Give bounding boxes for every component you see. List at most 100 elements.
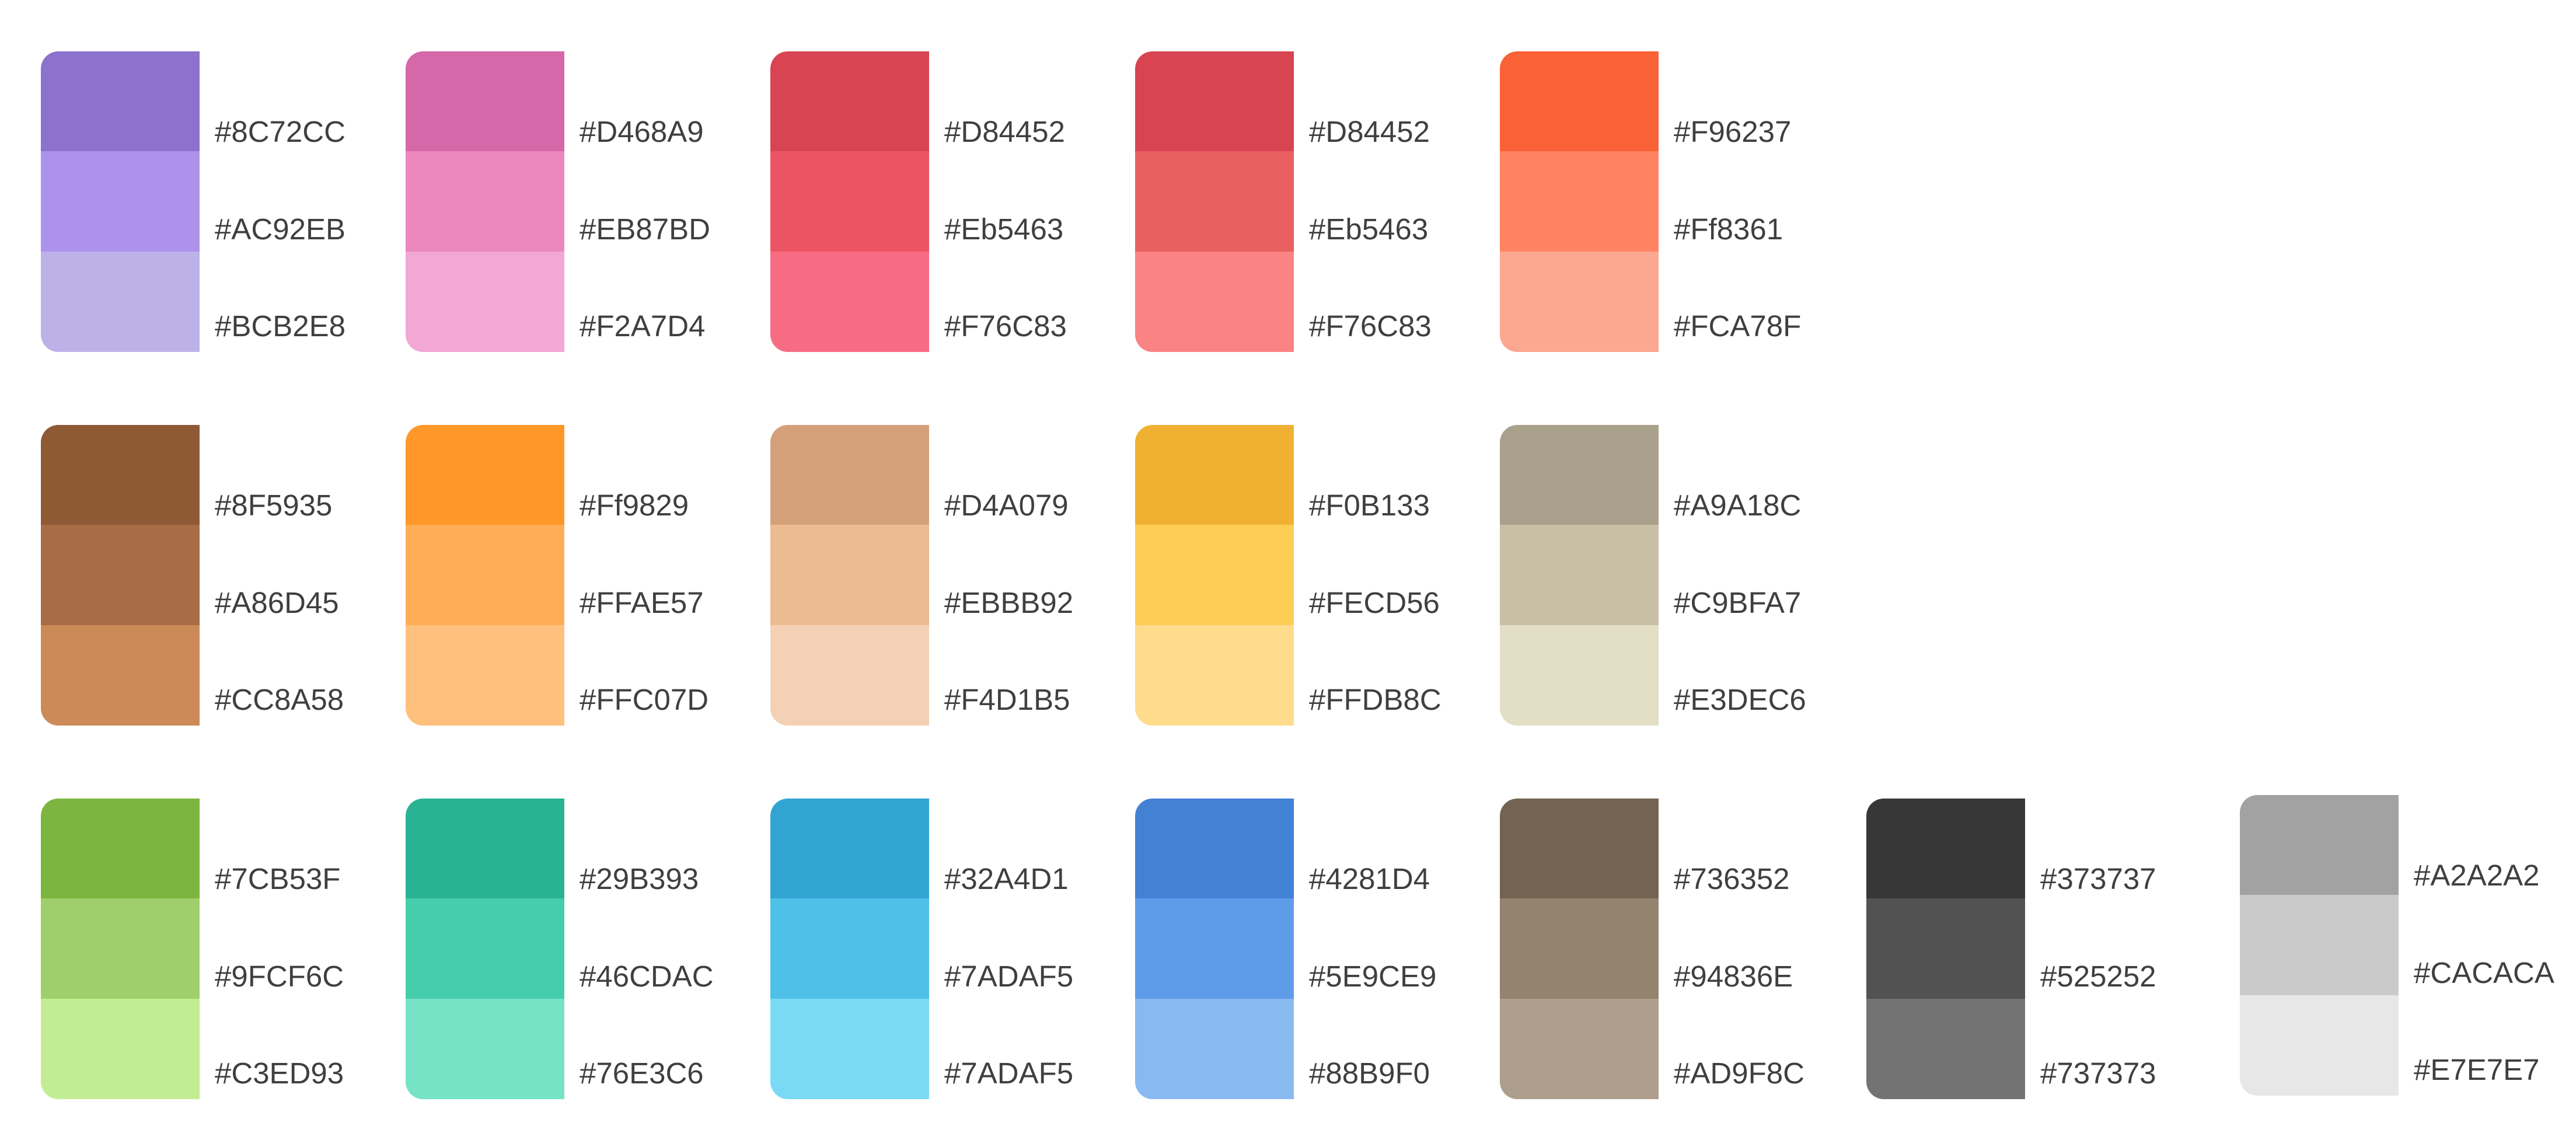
- swatch-stack: [2240, 795, 2399, 1096]
- hex-code-label: #Ff9829: [580, 489, 689, 522]
- hex-code-label: #EB87BD: [580, 212, 710, 246]
- hex-code-label: #7ADAF5: [944, 1057, 1074, 1090]
- swatch-stack: [406, 799, 564, 1099]
- color-swatch: [41, 898, 200, 999]
- color-swatch: [1135, 151, 1294, 252]
- palette-group: #F96237 #Ff8361 #FCA78F: [1500, 51, 1862, 352]
- hex-code-label: #C9BFA7: [1674, 586, 1802, 619]
- palette-group: #29B393 #46CDAC #76E3C6: [406, 799, 767, 1099]
- hex-code-label: #E7E7E7: [2414, 1053, 2540, 1086]
- palette-group: #4281D4 #5E9CE9 #88B9F0: [1135, 799, 1497, 1099]
- color-swatch: [41, 252, 200, 352]
- hex-code-label: #8F5935: [215, 489, 333, 522]
- hex-code-label: #Ff8361: [1674, 212, 1783, 246]
- color-swatch: [41, 999, 200, 1099]
- palette-group: #A9A18C #C9BFA7 #E3DEC6: [1500, 425, 1862, 726]
- hex-code-label: #A86D45: [215, 586, 339, 619]
- color-swatch: [1135, 425, 1294, 525]
- hex-code-label: #F4D1B5: [944, 683, 1070, 716]
- hex-code-label: #76E3C6: [580, 1057, 704, 1090]
- color-swatch: [406, 898, 564, 999]
- hex-code-label: #7ADAF5: [944, 960, 1074, 993]
- palette-group: #F0B133 #FECD56 #FFDB8C: [1135, 425, 1497, 726]
- hex-code-label: #C3ED93: [215, 1057, 344, 1090]
- swatch-stack: [770, 425, 929, 726]
- hex-code-label: #4281D4: [1309, 862, 1430, 895]
- hex-code-label: #FFAE57: [580, 586, 704, 619]
- color-swatch: [770, 525, 929, 625]
- hex-code-label: #94836E: [1674, 960, 1793, 993]
- hex-code-label: #D84452: [944, 115, 1066, 148]
- hex-code-label: #737373: [2040, 1057, 2156, 1090]
- hex-code-label: #D4A079: [944, 489, 1069, 522]
- hex-code-label: #AC92EB: [215, 212, 345, 246]
- color-swatch: [770, 898, 929, 999]
- palette-group: #8F5935 #A86D45 #CC8A58: [41, 425, 403, 726]
- color-swatch: [1500, 425, 1659, 525]
- palette-group: #D4A079 #EBBB92 #F4D1B5: [770, 425, 1132, 726]
- hex-code-label: #EBBB92: [944, 586, 1074, 619]
- color-swatch: [1500, 999, 1659, 1099]
- hex-code-label: #525252: [2040, 960, 2156, 993]
- color-swatch: [41, 799, 200, 899]
- color-swatch: [41, 425, 200, 525]
- color-swatch: [1135, 898, 1294, 999]
- swatch-stack: [406, 425, 564, 726]
- color-swatch: [770, 51, 929, 152]
- palette-group: #D84452 #Eb5463 #F76C83: [1135, 51, 1497, 352]
- color-swatch: [41, 625, 200, 726]
- color-swatch: [1135, 625, 1294, 726]
- swatch-stack: [1135, 425, 1294, 726]
- palette-group: #7CB53F #9FCF6C #C3ED93: [41, 799, 403, 1099]
- color-swatch: [2240, 895, 2399, 995]
- color-swatch: [1135, 799, 1294, 899]
- swatch-stack: [1500, 799, 1659, 1099]
- hex-code-label: #8C72CC: [215, 115, 345, 148]
- hex-code-label: #D468A9: [580, 115, 704, 148]
- hex-code-label: #F76C83: [1309, 309, 1432, 343]
- color-swatch: [406, 999, 564, 1099]
- hex-code-label: #FFDB8C: [1309, 683, 1441, 716]
- color-swatch: [1500, 898, 1659, 999]
- color-swatch: [1135, 999, 1294, 1099]
- color-swatch: [1135, 525, 1294, 625]
- hex-code-label: #736352: [1674, 862, 1790, 895]
- hex-code-label: #AD9F8C: [1674, 1057, 1804, 1090]
- hex-code-label: #A2A2A2: [2414, 859, 2540, 892]
- hex-code-label: #FFC07D: [580, 683, 709, 716]
- palette-group: #A2A2A2 #CACACA #E7E7E7: [2240, 795, 2576, 1096]
- color-swatch: [1866, 799, 2025, 899]
- hex-code-label: #Eb5463: [944, 212, 1064, 246]
- swatch-stack: [1500, 51, 1659, 352]
- color-swatch: [406, 525, 564, 625]
- color-swatch: [1135, 51, 1294, 152]
- swatch-stack: [406, 51, 564, 352]
- color-swatch: [770, 625, 929, 726]
- color-swatch: [770, 252, 929, 352]
- color-swatch: [770, 999, 929, 1099]
- hex-code-label: #32A4D1: [944, 862, 1069, 895]
- hex-code-label: #F0B133: [1309, 489, 1430, 522]
- color-swatch: [1500, 799, 1659, 899]
- swatch-stack: [1500, 425, 1659, 726]
- palette-group: #373737 #525252 #737373: [1866, 799, 2228, 1099]
- hex-code-label: #Eb5463: [1309, 212, 1429, 246]
- color-swatch: [2240, 795, 2399, 895]
- color-swatch: [406, 252, 564, 352]
- hex-code-label: #373737: [2040, 862, 2156, 895]
- color-swatch: [41, 525, 200, 625]
- color-swatch: [1500, 252, 1659, 352]
- swatch-stack: [1866, 799, 2025, 1099]
- color-swatch: [770, 151, 929, 252]
- color-swatch: [1866, 999, 2025, 1099]
- hex-code-label: #D84452: [1309, 115, 1430, 148]
- color-swatch: [406, 625, 564, 726]
- palette-group: #736352 #94836E #AD9F8C: [1500, 799, 1862, 1099]
- swatch-stack: [41, 51, 200, 352]
- hex-code-label: #88B9F0: [1309, 1057, 1430, 1090]
- color-swatch: [41, 151, 200, 252]
- hex-code-label: #E3DEC6: [1674, 683, 1806, 716]
- hex-code-label: #FECD56: [1309, 586, 1440, 619]
- color-swatch: [406, 799, 564, 899]
- palette-group: #D468A9 #EB87BD #F2A7D4: [406, 51, 767, 352]
